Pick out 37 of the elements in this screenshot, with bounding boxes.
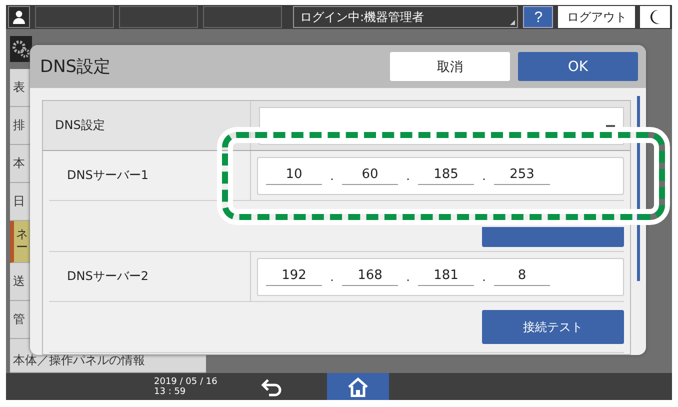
ip-octet[interactable]: 253 bbox=[494, 166, 550, 184]
ip-octet[interactable]: 10 bbox=[266, 166, 322, 184]
cancel-button[interactable]: 取消 bbox=[390, 52, 510, 81]
ip-address-field[interactable]: 192 . 168 . 181 . 8 bbox=[257, 258, 624, 296]
setting-label: DNSサーバー2 bbox=[49, 252, 251, 301]
dot-separator: . bbox=[329, 168, 335, 182]
dot-separator: . bbox=[405, 270, 411, 284]
ok-button[interactable]: OK bbox=[518, 52, 638, 81]
dot-separator: . bbox=[481, 168, 487, 182]
dot-separator: . bbox=[405, 168, 411, 182]
ip-octet[interactable]: 185 bbox=[418, 166, 474, 184]
moon-icon[interactable] bbox=[640, 6, 670, 28]
connection-test-button[interactable]: 接続テスト bbox=[482, 310, 624, 344]
login-status[interactable]: ログイン中:機器管理者 bbox=[293, 6, 518, 28]
ip-octet[interactable]: 8 bbox=[494, 268, 550, 286]
user-icon[interactable] bbox=[8, 6, 30, 28]
help-button[interactable]: ? bbox=[523, 6, 554, 28]
gear-icon[interactable] bbox=[10, 36, 32, 62]
home-icon bbox=[347, 376, 369, 396]
setting-label: DNS設定 bbox=[49, 101, 251, 150]
status-time: 13 : 59 bbox=[154, 386, 187, 396]
ip-address-field[interactable]: 10 . 60 . 185 . 253 bbox=[257, 156, 624, 194]
ip-octet[interactable]: 192 bbox=[266, 268, 322, 286]
logout-button[interactable]: ログアウト bbox=[558, 6, 636, 28]
minus-icon bbox=[606, 124, 615, 126]
ip-octet[interactable]: 60 bbox=[342, 166, 398, 184]
status-date: 2019 / 05 / 16 bbox=[154, 376, 218, 386]
sidebar-item[interactable]: ネー bbox=[10, 221, 32, 263]
setting-label: DNSサーバー1 bbox=[49, 151, 251, 200]
scrollbar[interactable] bbox=[637, 96, 640, 281]
dot-separator: . bbox=[329, 270, 335, 284]
ip-octet[interactable]: 168 bbox=[342, 268, 398, 286]
dialog-title: DNS設定 bbox=[40, 56, 112, 78]
login-status-text: ログイン中:機器管理者 bbox=[300, 8, 424, 26]
home-button[interactable] bbox=[327, 373, 389, 400]
dot-separator: . bbox=[481, 270, 487, 284]
ip-octet[interactable]: 181 bbox=[418, 268, 474, 286]
